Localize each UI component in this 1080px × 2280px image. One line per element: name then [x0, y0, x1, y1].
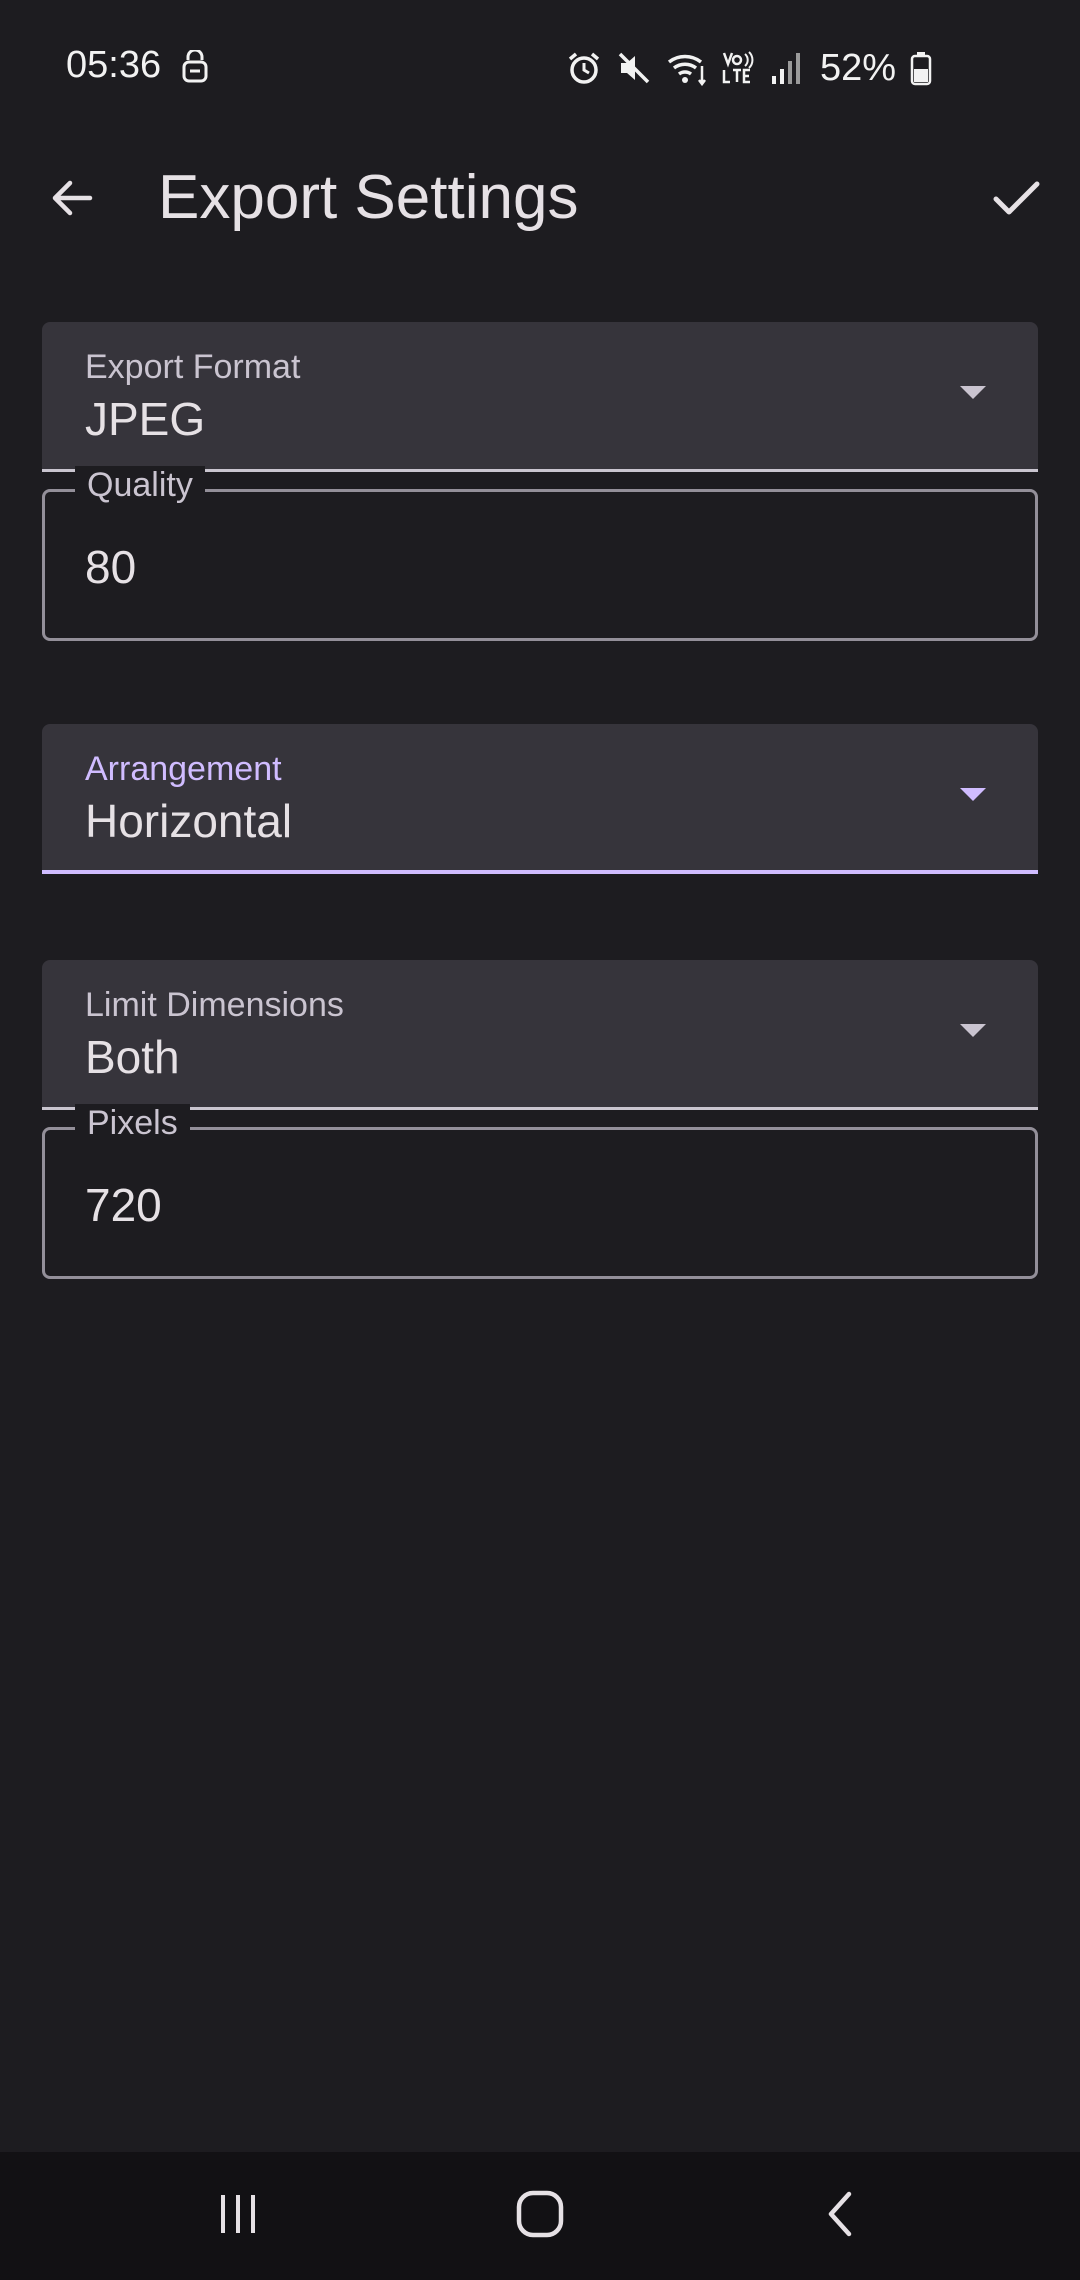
- quality-value: 80: [85, 541, 137, 593]
- recent-apps-button[interactable]: [198, 2180, 278, 2252]
- export-format-value: JPEG: [85, 393, 206, 445]
- arrangement-dropdown[interactable]: Arrangement Horizontal: [42, 724, 1038, 874]
- wifi-icon: [666, 50, 708, 86]
- system-navigation-bar: [0, 2152, 1080, 2280]
- page-title: Export Settings: [158, 163, 579, 232]
- dropdown-arrow-icon: [960, 788, 986, 801]
- back-button[interactable]: [36, 164, 108, 236]
- smart-lock-icon: [180, 48, 210, 84]
- status-bar: 05:36 52%: [0, 0, 1080, 130]
- battery-percent: 52%: [820, 46, 897, 89]
- limit-dimensions-value: Both: [85, 1031, 180, 1083]
- limit-dimensions-label: Limit Dimensions: [85, 986, 344, 1024]
- battery-icon: [910, 50, 932, 86]
- home-button[interactable]: [500, 2180, 580, 2252]
- mute-icon: [616, 50, 652, 86]
- arrangement-value: Horizontal: [85, 795, 293, 847]
- export-format-label: Export Format: [85, 348, 301, 386]
- export-format-dropdown[interactable]: Export Format JPEG: [42, 322, 1038, 472]
- dropdown-arrow-icon: [960, 386, 986, 399]
- check-icon: [991, 173, 1041, 228]
- arrangement-label: Arrangement: [85, 750, 282, 788]
- app-bar: Export Settings: [0, 140, 1080, 260]
- status-time: 05:36: [66, 44, 162, 86]
- quality-label: Quality: [75, 466, 205, 505]
- back-nav-button[interactable]: [802, 2180, 882, 2252]
- recent-apps-icon: [213, 2189, 263, 2244]
- signal-icon: [770, 50, 802, 86]
- limit-dimensions-dropdown[interactable]: Limit Dimensions Both: [42, 960, 1038, 1110]
- pixels-label: Pixels: [75, 1104, 190, 1143]
- confirm-button[interactable]: [980, 164, 1052, 236]
- chevron-left-icon: [817, 2189, 867, 2244]
- quality-input[interactable]: Quality 80: [42, 466, 1038, 641]
- alarm-icon: [566, 50, 602, 86]
- home-icon: [514, 2188, 566, 2245]
- dropdown-arrow-icon: [960, 1024, 986, 1037]
- arrow-back-icon: [48, 174, 96, 227]
- volte-icon: [722, 50, 756, 86]
- export-settings-screen: 05:36 52% Export Settings Export Format …: [0, 0, 1080, 2280]
- pixels-input[interactable]: Pixels 720: [42, 1104, 1038, 1279]
- pixels-value: 720: [85, 1179, 162, 1231]
- status-icons: 52%: [566, 46, 932, 90]
